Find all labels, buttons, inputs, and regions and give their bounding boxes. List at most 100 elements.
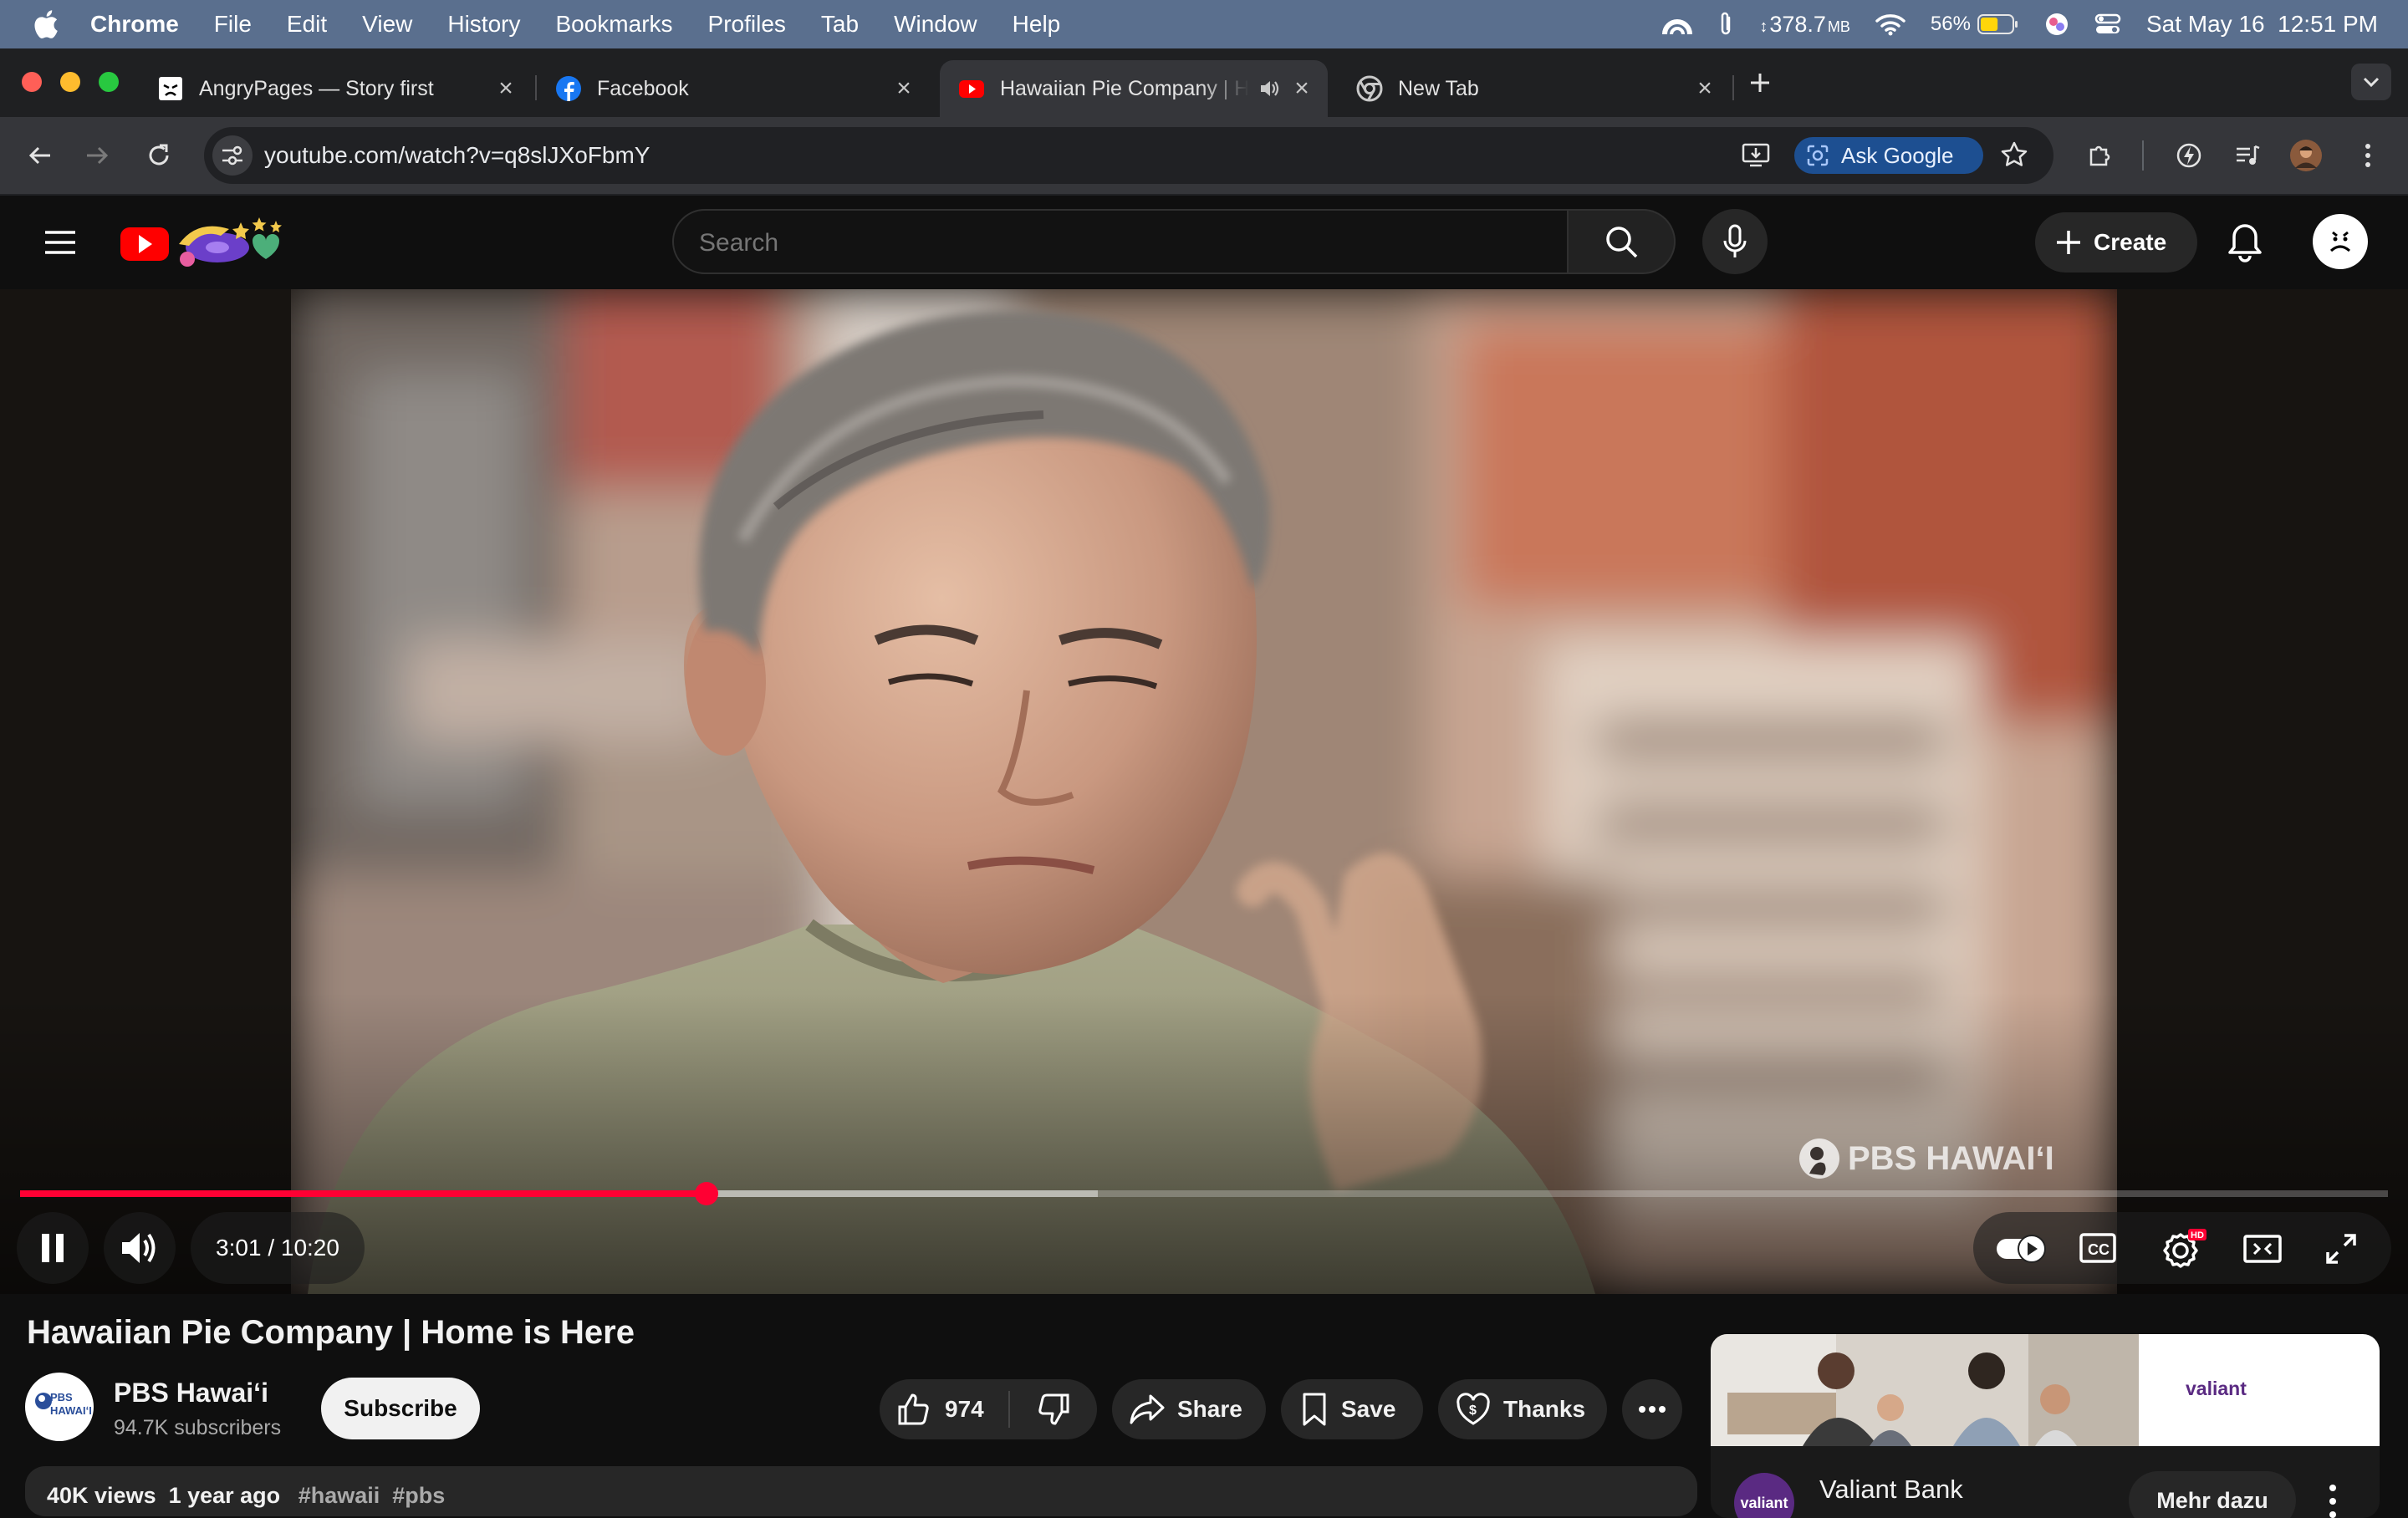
menu-edit[interactable]: Edit — [287, 11, 327, 38]
menu-file[interactable]: File — [214, 11, 252, 38]
browser-toolbar: youtube.com/watch?v=q8slJXoFbmY Ask Goog… — [0, 117, 2408, 196]
menu-view[interactable]: View — [362, 11, 412, 38]
profile-avatar[interactable] — [2288, 137, 2324, 174]
time-display: 3:01 / 10:20 — [191, 1212, 365, 1284]
ad-image[interactable] — [1711, 1334, 2139, 1446]
progress-bar[interactable] — [20, 1182, 2388, 1205]
notifications-bell-icon[interactable] — [2226, 222, 2264, 262]
pbs-hawaii-watermark: PBS HAWAIʻI — [1798, 1137, 2054, 1180]
tab-facebook[interactable]: Facebook × — [537, 60, 930, 117]
subscriber-count: 94.7K subscribers — [114, 1416, 282, 1439]
microphone-icon — [1722, 224, 1748, 259]
advertiser-name[interactable]: Valiant Bank — [1819, 1475, 1963, 1505]
tab-close-icon[interactable]: × — [1289, 74, 1314, 102]
sponsored-ad-card[interactable]: valiant valiant Valiant Bank Mehr dazu — [1711, 1334, 2380, 1518]
menu-tab[interactable]: Tab — [821, 11, 859, 38]
create-label: Create — [2094, 229, 2167, 255]
performance-icon[interactable] — [2171, 137, 2207, 174]
voice-search-button[interactable] — [1702, 209, 1768, 274]
window-zoom-button[interactable] — [99, 72, 119, 92]
memory-indicator[interactable]: ↕ 378.7 MB — [1759, 12, 1850, 38]
description-box[interactable]: 40K views 1 year ago #hawaii #pbs — [25, 1466, 1697, 1516]
watermark-text: PBS HAWAIʻI — [1848, 1139, 2054, 1177]
apple-menu-icon[interactable] — [33, 10, 59, 38]
dislike-button[interactable] — [1010, 1379, 1097, 1439]
settings-gear-icon[interactable]: HD — [2161, 1227, 2207, 1269]
menu-history[interactable]: History — [447, 11, 520, 38]
share-button[interactable]: Share — [1112, 1379, 1266, 1439]
vpn-arc-icon[interactable] — [1662, 13, 1693, 36]
forward-arrow-icon[interactable] — [79, 137, 115, 174]
install-app-icon[interactable] — [1741, 140, 1771, 169]
media-controls-icon[interactable] — [2229, 137, 2266, 174]
tab-close-icon[interactable]: × — [891, 74, 916, 102]
url-text[interactable]: youtube.com/watch?v=q8slJXoFbmY — [264, 142, 650, 169]
autoplay-toggle[interactable] — [1995, 1234, 2048, 1264]
save-button[interactable]: Save — [1281, 1379, 1423, 1439]
menu-bar-clock[interactable]: Sat May 16 12:51 PM — [2146, 11, 2378, 38]
ask-google-button[interactable]: Ask Google — [1794, 137, 1983, 174]
battery-indicator[interactable]: 56% — [1931, 13, 2019, 36]
fullscreen-icon[interactable] — [2324, 1232, 2358, 1266]
share-arrow-icon — [1129, 1393, 1166, 1425]
ad-more-options-icon[interactable] — [2323, 1481, 2343, 1518]
video-title: Hawaiian Pie Company | Home is Here — [27, 1314, 635, 1351]
search-button[interactable] — [1569, 209, 1676, 274]
youtube-logo[interactable] — [119, 211, 286, 274]
extensions-puzzle-icon[interactable] — [2082, 137, 2119, 174]
guide-menu-icon[interactable] — [42, 226, 79, 259]
address-bar[interactable]: youtube.com/watch?v=q8slJXoFbmY Ask Goog… — [204, 127, 2053, 184]
menu-app-name[interactable]: Chrome — [90, 11, 179, 38]
paperclip-icon[interactable] — [1717, 11, 1734, 38]
toolbar-divider — [2142, 140, 2144, 171]
back-arrow-icon[interactable] — [22, 137, 59, 174]
menu-profiles[interactable]: Profiles — [708, 11, 786, 38]
captions-icon[interactable]: CC — [2079, 1232, 2117, 1264]
tab-audio-icon[interactable] — [1258, 77, 1281, 100]
channel-name[interactable]: PBS Hawaiʻi — [114, 1378, 268, 1408]
tab-new-tab[interactable]: New Tab × — [1338, 60, 1731, 117]
new-tab-icon[interactable] — [1746, 69, 1774, 97]
control-center-icon[interactable] — [2094, 13, 2121, 36]
tab-divider — [1732, 75, 1734, 100]
tab-angrypages[interactable]: AngryPages — Story first × — [139, 60, 532, 117]
thanks-button[interactable]: $ Thanks — [1438, 1379, 1607, 1439]
chrome-menu-icon[interactable] — [2349, 137, 2386, 174]
tab-search-chevron-icon[interactable] — [2351, 64, 2391, 100]
search-icon — [1603, 223, 1640, 260]
account-avatar[interactable] — [2313, 214, 2368, 269]
tab-close-icon[interactable]: × — [493, 74, 518, 102]
description-meta: 40K views 1 year ago #hawaii #pbs — [47, 1483, 445, 1509]
memory-unit: MB — [1827, 18, 1850, 35]
tab-youtube-active[interactable]: Hawaiian Pie Company | Home is Here - Yo… — [940, 60, 1328, 117]
youtube-search-box[interactable] — [672, 209, 1569, 274]
ad-learn-more-button[interactable]: Mehr dazu — [2129, 1471, 2296, 1518]
focus-icon[interactable] — [2044, 12, 2069, 37]
site-info-icon[interactable] — [212, 135, 253, 176]
mute-button[interactable] — [104, 1212, 176, 1284]
bookmark-star-icon[interactable] — [2000, 140, 2028, 169]
subscribe-button[interactable]: Subscribe — [321, 1378, 480, 1439]
wifi-icon[interactable] — [1875, 13, 1905, 36]
volume-icon — [120, 1230, 160, 1266]
search-input[interactable] — [699, 229, 1451, 257]
menu-help[interactable]: Help — [1013, 11, 1061, 38]
tab-close-icon[interactable]: × — [1692, 74, 1717, 102]
thanks-label: Thanks — [1503, 1396, 1586, 1422]
create-button[interactable]: Create — [2035, 212, 2197, 273]
menu-window[interactable]: Window — [894, 11, 977, 38]
menu-bookmarks[interactable]: Bookmarks — [555, 11, 672, 38]
window-minimize-button[interactable] — [60, 72, 80, 92]
like-button[interactable]: 974 — [880, 1379, 1008, 1439]
video-player[interactable]: PBS HAWAIʻI 3:01 / 10:20 CC HD — [0, 289, 2408, 1294]
bookmark-icon — [1301, 1392, 1328, 1427]
theater-mode-icon[interactable] — [2242, 1234, 2283, 1264]
advertiser-avatar[interactable]: valiant — [1734, 1473, 1794, 1518]
pause-button[interactable] — [17, 1212, 89, 1284]
svg-text:CC: CC — [2088, 1241, 2110, 1258]
more-actions-button[interactable] — [1622, 1379, 1682, 1439]
reload-icon[interactable] — [140, 137, 177, 174]
window-close-button[interactable] — [22, 72, 42, 92]
progress-played — [20, 1190, 707, 1197]
channel-avatar[interactable]: PBS HAWAIʻI — [25, 1373, 94, 1441]
